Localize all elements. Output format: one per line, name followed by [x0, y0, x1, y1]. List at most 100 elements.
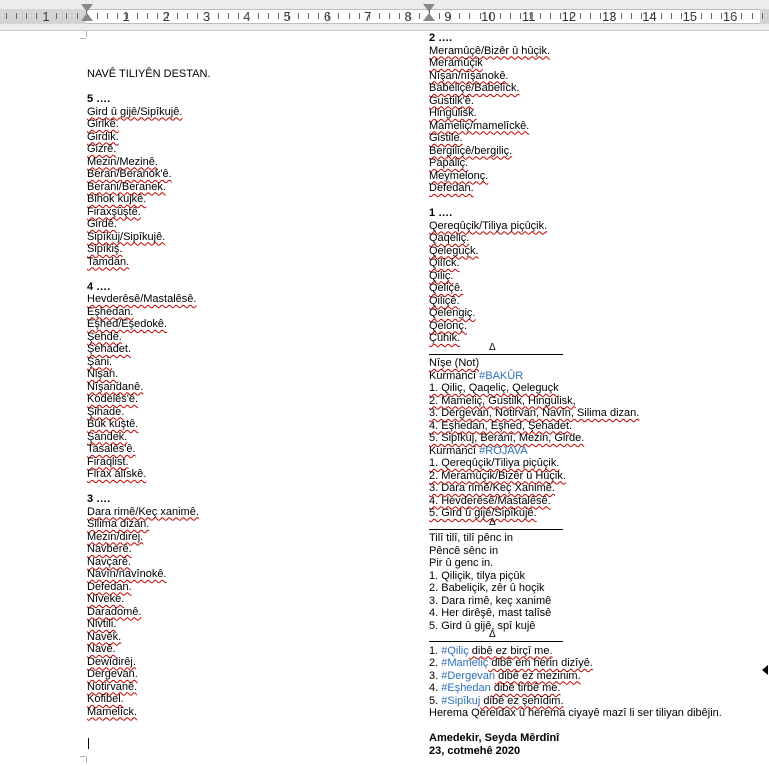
ruler-tick: [469, 13, 471, 19]
horizontal-ruler[interactable]: 112345678910111213141516: [0, 0, 769, 31]
document-page[interactable]: NAVÊ TILIYÊN DESTAN. 5 …. Gird û gijê/Si…: [0, 31, 769, 766]
hashtag-link[interactable]: #Sipîkuj: [441, 695, 480, 707]
crop-mark: [86, 757, 93, 763]
list-item: Şehdê.: [87, 330, 122, 343]
list-item: Firaxşûştê.: [87, 205, 141, 218]
hashtag-link[interactable]: #BAKÛR: [479, 370, 523, 382]
list-item: Papaliç.: [429, 157, 469, 169]
ruler-number: 12: [561, 9, 577, 24]
ruler-tick: [298, 13, 300, 19]
left-indent-marker[interactable]: [81, 13, 93, 21]
section-2-heading: 2 ….: [429, 32, 453, 44]
list-item: Sipîkiş.: [87, 243, 123, 255]
ruler-tick: [620, 13, 622, 19]
ruler-tick: [610, 13, 612, 19]
hashtag-link[interactable]: #ROJAVA: [479, 445, 528, 457]
ruler-tick: [358, 13, 360, 19]
list-item: Şandek.: [87, 430, 128, 443]
list-item: Girikê.: [87, 118, 119, 130]
ruler-number: 15: [682, 9, 698, 24]
hashtag-link[interactable]: #Eşhedan: [441, 682, 491, 694]
ruler-tick: [479, 13, 481, 19]
list-item: Mezin/direj.: [87, 530, 144, 543]
ruler-tick: [247, 13, 249, 19]
ruler-tick: [519, 13, 521, 19]
kurmanci-rojava-heading: Kurmancî #ROJAVA: [429, 444, 528, 457]
list-item: Mezin/Mezinê.: [87, 155, 158, 168]
scroll-marker-icon[interactable]: [762, 665, 768, 675]
column-left: NAVÊ TILIYÊN DESTAN. 5 …. Gird û gijê/Si…: [87, 68, 210, 718]
list-item: Firaqlist.: [87, 455, 129, 468]
ruler-tick: [499, 13, 501, 19]
list-item: 5. Gird û gijê/Sipîkujê.: [429, 507, 537, 519]
ruler-tick: [328, 13, 330, 19]
list-item: Mamelîck.: [87, 705, 138, 718]
list-item: Pir û genc in.: [429, 557, 494, 569]
list-item: Nişan.: [87, 368, 119, 380]
ruler-tick: [550, 13, 552, 19]
list-item: Şani.: [87, 355, 113, 368]
ruler-number: 9: [444, 9, 452, 24]
list-item: Babeliçê/Babelîck.: [429, 82, 520, 94]
list-item: Qeliçê.: [429, 282, 464, 294]
hashtag-link[interactable]: #Qiliç: [441, 645, 469, 657]
list-item: Gird û gijê/Sipîkujê.: [87, 105, 183, 118]
ruler-tick: [681, 13, 683, 19]
hashtag-link[interactable]: #Dergevan: [441, 670, 495, 682]
ruler-number: 11: [521, 9, 536, 24]
list-item: Qereqûçik/Tiliya piçûçik.: [429, 219, 548, 232]
ruler-tick: [368, 13, 370, 19]
ruler-tick: [147, 13, 149, 19]
list-item: Navîn/navînokê.: [87, 568, 167, 580]
author-line: Amedekir, Seyda Mêrdînî: [429, 732, 560, 744]
list-item: Qelonç.: [429, 319, 467, 332]
section-5-heading: 5 ….: [87, 93, 111, 105]
ruler-tick: [267, 13, 269, 19]
ruler-tick: [106, 13, 108, 19]
list-item: Nîveke.: [87, 593, 125, 605]
list-item: Notirvanê.: [87, 680, 138, 693]
list-item: 1. Qereqûçik/Tiliya piçûçik.: [429, 457, 560, 469]
list-item: Kodelês'ê.: [87, 393, 139, 405]
list-item: Navê.: [87, 643, 116, 655]
ruler-tick: [126, 13, 128, 19]
list-item: Gizrê.: [87, 143, 117, 155]
ruler-tick: [26, 13, 28, 19]
ruler-number: 16: [722, 9, 738, 24]
ruler-tick: [136, 13, 138, 19]
ruler-tick: [711, 13, 713, 19]
hashtag-link[interactable]: #Mameliç: [441, 657, 488, 669]
first-line-indent-marker[interactable]: [81, 4, 93, 12]
column-indent-marker[interactable]: [423, 4, 435, 12]
divider-line: Δ: [429, 629, 722, 645]
column-left-indent-marker[interactable]: [423, 13, 435, 21]
ruler-tick: [308, 13, 310, 19]
ruler-tick: [207, 13, 209, 19]
list-item: Gistile.: [429, 132, 463, 144]
ruler-tick: [489, 13, 491, 19]
list-item: Dewîdirêj.: [87, 655, 136, 668]
crop-mark: [86, 31, 93, 37]
ruler-tick: [660, 13, 662, 19]
ruler-tick: [630, 13, 632, 19]
ruler-tick: [439, 13, 441, 19]
list-item: Girdê.: [87, 218, 117, 230]
list-item: Tamdan.: [87, 255, 130, 268]
ruler-tick: [116, 13, 118, 19]
list-item: Eşhedan.: [87, 305, 134, 318]
list-item: Mameliç/mamelîckê.: [429, 119, 530, 132]
ruler-tick: [237, 13, 239, 19]
bakur-list: 1. Qiliç, Qaqeliç, Qeleguçk 2. Mameliç, G…: [429, 382, 722, 445]
list-item: Qilîck.: [429, 257, 460, 269]
ruler-tick: [650, 13, 652, 19]
ruler-tick: [318, 13, 320, 19]
ruler-tick: [36, 13, 38, 19]
list-item: Qaqeliç.: [429, 232, 470, 244]
ruler-tick: [96, 13, 98, 19]
ruler-tick: [348, 13, 350, 19]
list-item: Dergevan.: [87, 668, 138, 680]
list-item: 2. Babeliçik, zêr û hoçik: [429, 582, 545, 594]
ruler-tick: [751, 13, 753, 19]
ruler-tick: [338, 13, 340, 19]
ruler-tick: [509, 13, 511, 19]
